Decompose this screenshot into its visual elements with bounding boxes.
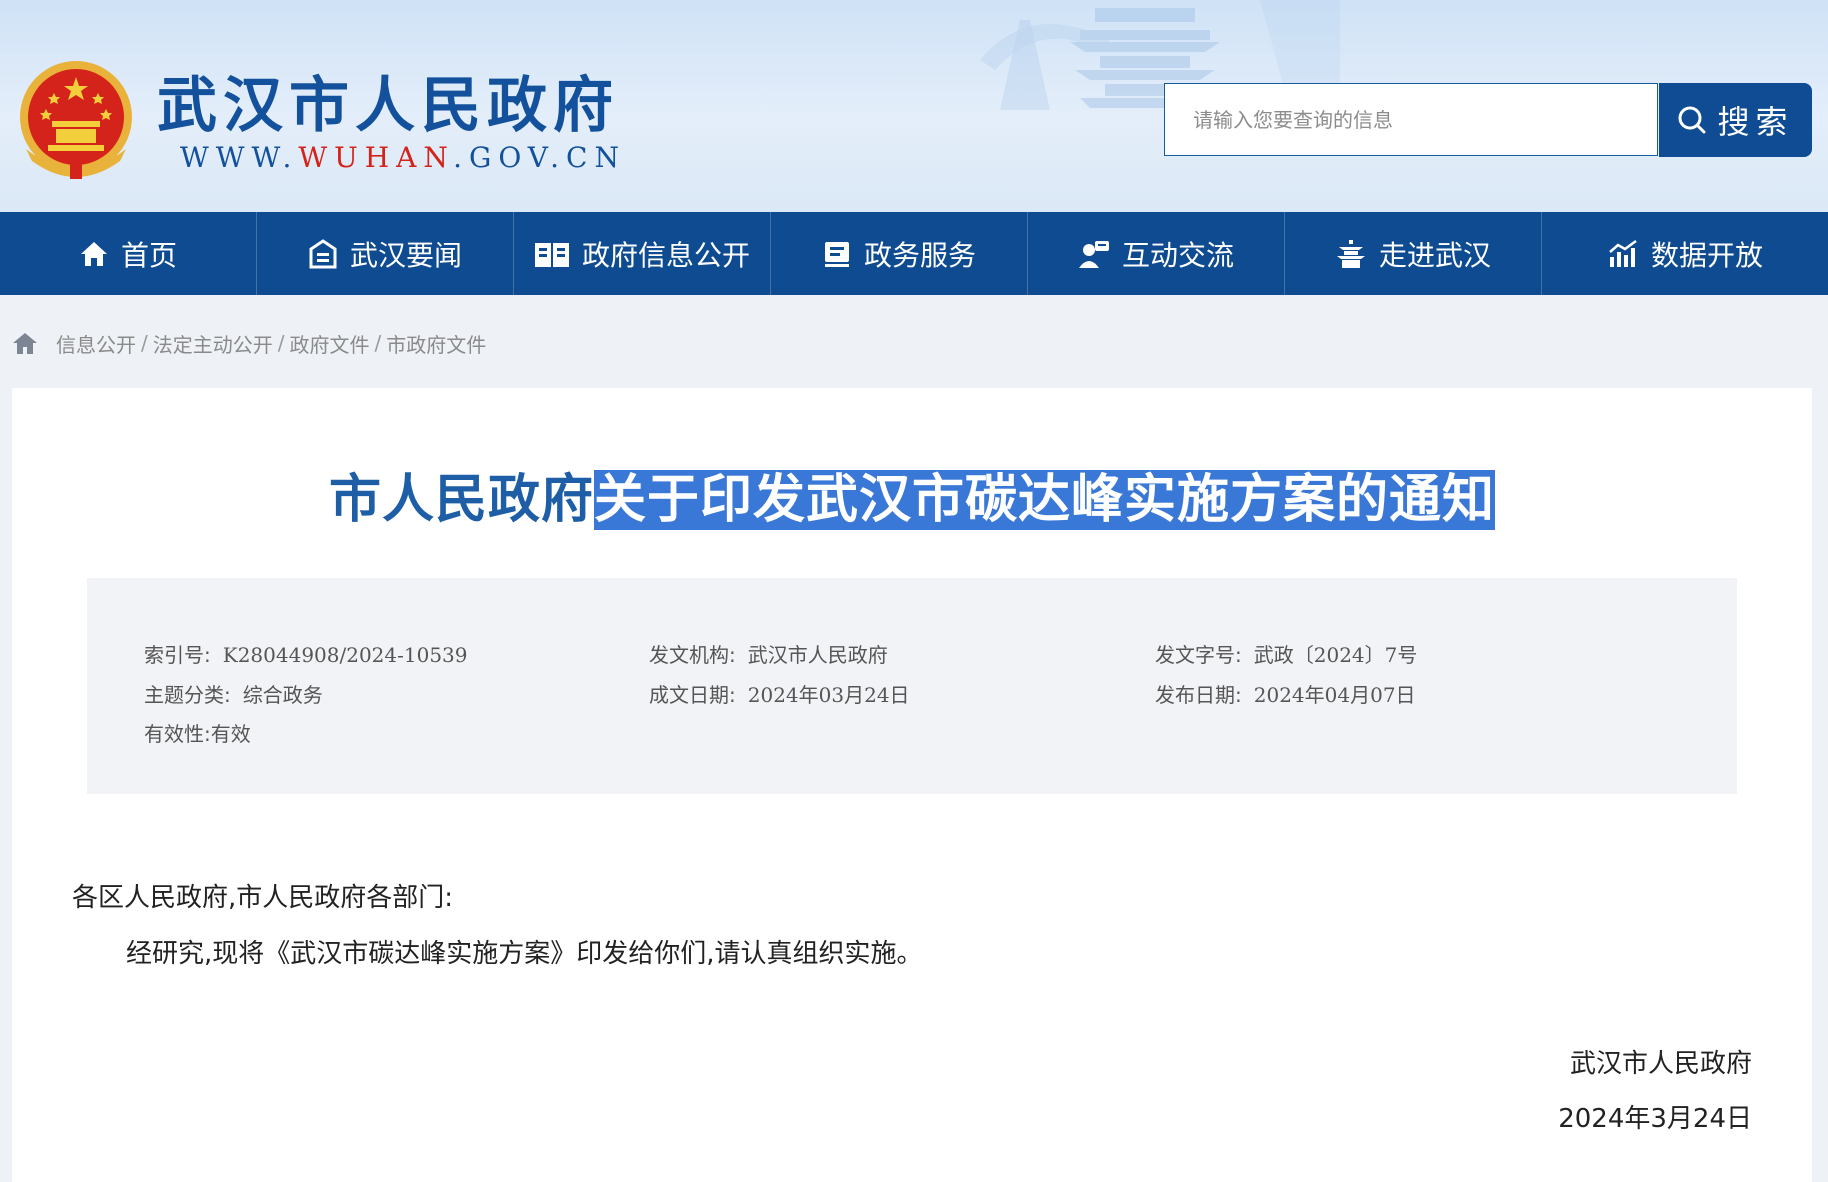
breadcrumb: 信息公开 / 法定主动公开 / 政府文件 / 市政府文件 [12, 326, 486, 360]
meta-value: K28044908/2024-10539 [222, 643, 468, 667]
nav-item-open-data[interactable]: 数据开放 [1542, 212, 1828, 295]
nav-item-label: 互动交流 [1121, 238, 1234, 272]
site-url-prefix: WWW. [180, 141, 299, 174]
document-signature: 武汉市人民政府 [1569, 1049, 1752, 1079]
meta-value: 武汉市人民政府 [747, 643, 888, 667]
tower-icon [1336, 239, 1365, 268]
document-meta-box: 索引号: K28044908/2024-10539 发文机构: 武汉市人民政府 发文… [87, 578, 1737, 794]
info-book-icon [534, 242, 569, 267]
service-icon [824, 241, 849, 267]
breadcrumb-item[interactable]: 信息公开 [56, 329, 136, 358]
news-icon [309, 238, 337, 268]
breadcrumb-separator: / [141, 331, 148, 355]
breadcrumb-item[interactable]: 政府文件 [290, 329, 370, 358]
meta-value: 有效 [210, 722, 251, 746]
document-title-selected-text: 关于印发武汉市碳达峰实施方案的通知 [594, 470, 1496, 530]
meta-value: 武政〔2024〕7号 [1253, 643, 1418, 667]
document-panel: 市人民政府关于印发武汉市碳达峰实施方案的通知 索引号: K28044908/202… [12, 388, 1812, 1182]
nav-item-label: 武汉要闻 [349, 238, 462, 272]
search-button-label: 搜索 [1717, 103, 1794, 141]
home-icon [80, 241, 107, 266]
main-nav: 首页 武汉要闻 政府信息公开 政务服务 互动交流 走进武汉 数据开放 [0, 212, 1828, 295]
search-box [1164, 83, 1658, 156]
meta-label: 索引号: [144, 643, 211, 667]
breadcrumb-item[interactable]: 法定主动公开 [153, 329, 273, 358]
site-url: WWW.WUHAN.GOV.CN [180, 140, 626, 176]
nav-item-enter-wuhan[interactable]: 走进武汉 [1285, 212, 1542, 295]
search-button[interactable]: 搜索 [1659, 83, 1812, 157]
document-paragraph: 经研究,现将《武汉市碳达峰实施方案》印发给你们,请认真组织实施。 [126, 939, 923, 969]
nav-item-gov-service[interactable]: 政务服务 [771, 212, 1028, 295]
breadcrumb-separator: / [277, 331, 285, 355]
national-emblem-logo [20, 61, 132, 179]
nav-item-home[interactable]: 首页 [0, 212, 257, 295]
breadcrumb-item[interactable]: 市政府文件 [386, 329, 486, 358]
meta-issuer: 发文机构: 武汉市人民政府 [649, 640, 888, 670]
site-title: 武汉市人民政府 [157, 71, 619, 141]
document-date: 2024年3月24日 [1558, 1104, 1752, 1134]
meta-value: 2024年03月24日 [747, 683, 910, 707]
site-header: 武汉市人民政府 WWW.WUHAN.GOV.CN 搜索 [0, 0, 1828, 212]
search-icon [1678, 106, 1706, 134]
meta-doc-no: 发文字号: 武政〔2024〕7号 [1155, 640, 1417, 670]
meta-label: 成文日期: [649, 683, 736, 707]
nav-item-label: 政务服务 [863, 238, 976, 272]
meta-value: 综合政务 [242, 683, 323, 707]
nav-item-label: 走进武汉 [1378, 238, 1491, 272]
meta-row: 有效性:有效 [87, 719, 1737, 749]
breadcrumb-separator: / [374, 331, 382, 355]
meta-category: 主题分类: 综合政务 [144, 680, 323, 710]
meta-row: 主题分类: 综合政务 成文日期: 2024年03月24日 发布日期: 2024年04月… [87, 680, 1737, 710]
nav-item-label: 首页 [120, 238, 177, 272]
meta-created-date: 成文日期: 2024年03月24日 [649, 680, 910, 710]
nav-item-interaction[interactable]: 互动交流 [1028, 212, 1285, 295]
meta-validity: 有效性:有效 [144, 719, 251, 749]
meta-published-date: 发布日期: 2024年04月07日 [1155, 680, 1416, 710]
data-chart-icon [1609, 239, 1637, 267]
meta-label: 有效性: [144, 722, 211, 746]
site-url-highlight: WUHAN [298, 141, 454, 174]
meta-index-no: 索引号: K28044908/2024-10539 [144, 640, 468, 670]
meta-row: 索引号: K28044908/2024-10539 发文机构: 武汉市人民政府 发文… [87, 640, 1737, 670]
meta-label: 发文机构: [649, 643, 736, 667]
nav-item-wuhan-news[interactable]: 武汉要闻 [257, 212, 514, 295]
meta-value: 2024年04月07日 [1253, 683, 1416, 707]
nav-item-gov-info[interactable]: 政府信息公开 [514, 212, 771, 295]
document-salutation: 各区人民政府,市人民政府各部门: [72, 883, 454, 913]
search-input[interactable] [1165, 84, 1657, 155]
site-url-suffix: .GOV.CN [453, 141, 626, 174]
document-title-part: 市人民政府 [328, 470, 594, 530]
nav-item-label: 数据开放 [1650, 238, 1763, 272]
meta-label: 发布日期: [1155, 683, 1242, 707]
meta-label: 主题分类: [144, 683, 231, 707]
nav-item-label: 政府信息公开 [581, 238, 750, 272]
meta-label: 发文字号: [1155, 643, 1242, 667]
breadcrumb-home-icon[interactable] [12, 331, 38, 355]
document-title: 市人民政府关于印发武汉市碳达峰实施方案的通知 [12, 468, 1812, 532]
interaction-icon [1078, 240, 1109, 268]
